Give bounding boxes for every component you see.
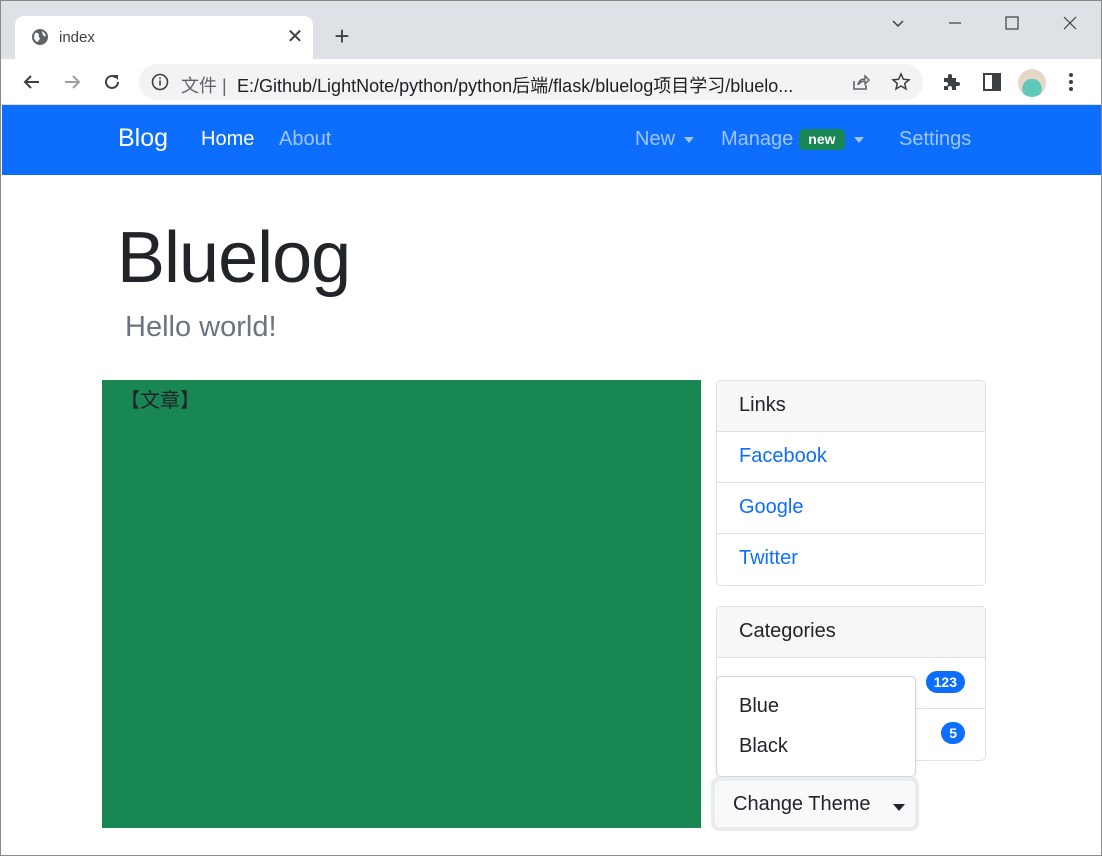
share-icon[interactable]: [851, 72, 871, 92]
browser-tab[interactable]: index ✕: [15, 16, 313, 59]
maximize-icon[interactable]: [996, 9, 1028, 39]
site-navbar: Blog Home About New Manage new Settings: [2, 105, 1101, 175]
category-count-badge: 123: [925, 671, 965, 693]
page-subtitle: Hello world!: [125, 311, 277, 343]
new-badge: new: [799, 129, 845, 151]
links-card: Links Facebook Google Twitter: [716, 380, 986, 586]
article-placeholder: 【文章】: [120, 388, 200, 412]
close-window-icon[interactable]: [1054, 9, 1086, 39]
navbar-brand[interactable]: Blog: [118, 124, 168, 153]
browser-toolbar: 文件 | E:/Github/LightNote/python/python后端…: [1, 59, 1101, 105]
nav-dropdown-new[interactable]: New: [635, 128, 695, 151]
tab-search-icon[interactable]: [882, 9, 914, 39]
caret-down-icon: [853, 136, 864, 143]
reload-icon[interactable]: [99, 69, 125, 95]
change-theme-label: Change Theme: [733, 793, 871, 815]
url-scheme-label: 文件 |: [181, 76, 227, 96]
minimize-icon[interactable]: [939, 9, 971, 39]
nav-new-label: New: [635, 128, 676, 150]
nav-link-settings[interactable]: Settings: [899, 128, 971, 151]
link-facebook[interactable]: Facebook: [717, 432, 985, 483]
browser-window: index ✕ + 文件 | E:/Github/LightNote/pytho…: [0, 0, 1102, 856]
address-bar[interactable]: 文件 | E:/Github/LightNote/python/python后端…: [139, 64, 923, 100]
info-icon[interactable]: [151, 73, 169, 91]
link-twitter[interactable]: Twitter: [717, 534, 985, 585]
close-tab-icon[interactable]: ✕: [285, 25, 305, 49]
links-card-header: Links: [717, 381, 985, 432]
nav-dropdown-manage[interactable]: Manage new: [721, 128, 864, 151]
extensions-icon[interactable]: [941, 71, 963, 93]
side-panel-icon[interactable]: [981, 71, 1003, 93]
new-tab-button[interactable]: +: [329, 23, 355, 49]
url-text[interactable]: E:/Github/LightNote/python/python后端/flas…: [237, 72, 793, 98]
globe-icon: [32, 29, 48, 45]
nav-manage-label: Manage: [721, 128, 794, 150]
article-panel: 【文章】: [102, 380, 701, 828]
theme-option-blue[interactable]: Blue: [739, 695, 779, 718]
caret-down-icon: [893, 804, 905, 811]
page-title: Bluelog: [117, 218, 351, 298]
forward-icon[interactable]: [59, 69, 85, 95]
profile-avatar[interactable]: [1018, 69, 1046, 97]
categories-card-header: Categories: [717, 607, 985, 658]
link-google[interactable]: Google: [717, 483, 985, 534]
tab-strip: index ✕ +: [1, 1, 1101, 59]
menu-kebab-icon[interactable]: [1063, 71, 1079, 93]
back-icon[interactable]: [19, 69, 45, 95]
change-theme-button[interactable]: Change Theme: [711, 777, 919, 831]
category-count-badge: 5: [941, 722, 965, 744]
bookmark-star-icon[interactable]: [891, 72, 911, 92]
caret-down-icon: [684, 136, 695, 143]
theme-option-black[interactable]: Black: [739, 735, 788, 758]
tab-title: index: [59, 29, 95, 46]
nav-link-home[interactable]: Home: [201, 128, 254, 151]
theme-dropdown-menu: Blue Black: [716, 676, 916, 777]
nav-link-about[interactable]: About: [279, 128, 331, 151]
